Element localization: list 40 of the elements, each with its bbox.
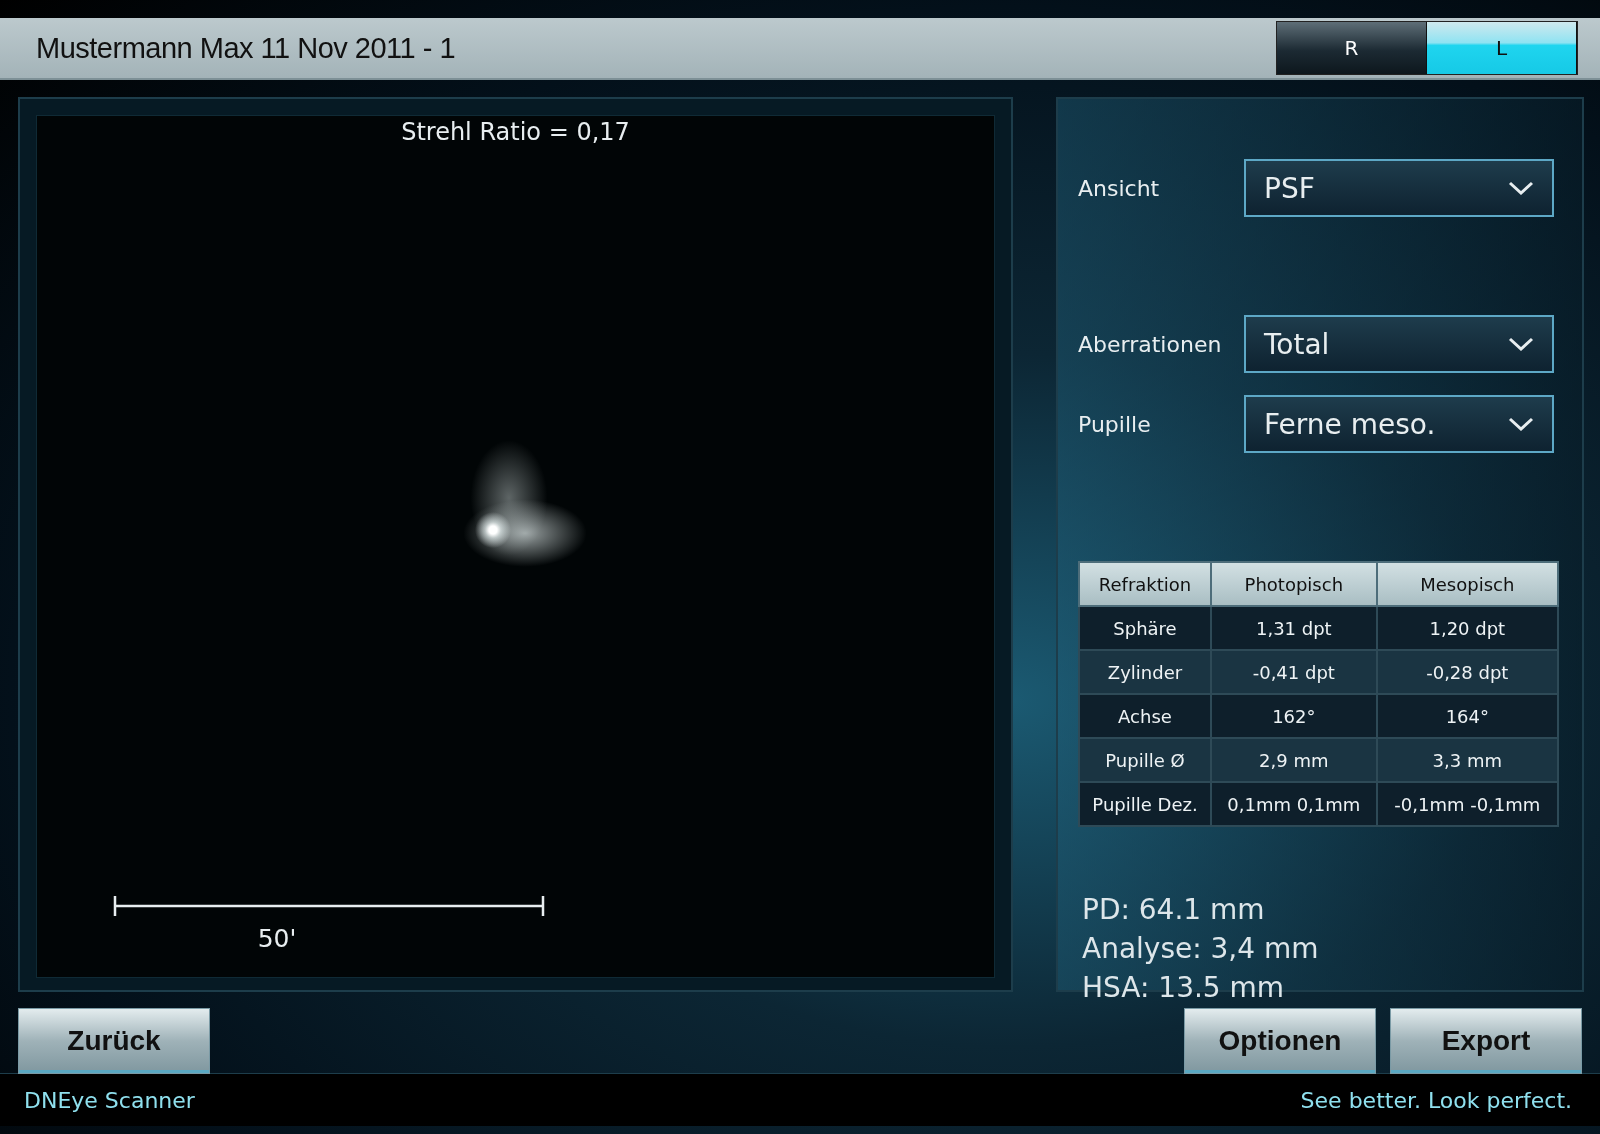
setting-label: Pupille — [1078, 411, 1152, 437]
strehl-ratio-label: Strehl Ratio = 0,17 — [401, 118, 630, 146]
row-header: Sphäre — [1079, 606, 1211, 650]
table-cell: -0,28 dpt — [1376, 650, 1558, 694]
dropdown[interactable]: Total — [1244, 315, 1554, 373]
chevron-down-icon — [1508, 337, 1534, 351]
options-button[interactable]: Optionen — [1184, 1008, 1376, 1074]
table-cell: -0,41 dpt — [1211, 650, 1377, 694]
measurement-text: Analyse: 3,4 mm — [1082, 932, 1320, 965]
table-cell: 0,1mm 0,1mm — [1211, 782, 1377, 826]
dropdown[interactable]: PSF — [1244, 159, 1554, 217]
column-header: Photopisch — [1211, 562, 1377, 606]
table-cell: 1,31 dpt — [1211, 606, 1377, 650]
table-cell: 1,20 dpt — [1376, 606, 1558, 650]
row-header: Achse — [1079, 694, 1211, 738]
chevron-down-icon — [1508, 181, 1534, 195]
table-cell: -0,1mm -0,1mm — [1376, 782, 1558, 826]
measurement-text: HSA: 13.5 mm — [1082, 971, 1286, 1004]
column-header: Refraktion — [1079, 562, 1211, 606]
setting-label: Ansicht — [1078, 175, 1161, 201]
setting-label: Aberrationen — [1078, 331, 1223, 357]
table-cell: 162° — [1211, 694, 1377, 738]
table-cell: 2,9 mm — [1211, 738, 1377, 782]
back-button[interactable]: Zurück — [18, 1008, 210, 1074]
scale-label: 50' — [257, 924, 297, 953]
table-cell: 164° — [1376, 694, 1558, 738]
table-cell: 3,3 mm — [1376, 738, 1558, 782]
measurement-text: PD: 64.1 mm — [1082, 893, 1266, 926]
row-header: Pupille Ø — [1079, 738, 1211, 782]
product-name: DNEye Scanner — [24, 1087, 195, 1113]
eye-toggle-button[interactable]: R — [1277, 22, 1427, 74]
window-title: Mustermann Max 11 Nov 2011 - 1 — [36, 31, 457, 65]
row-header: Zylinder — [1079, 650, 1211, 694]
dropdown[interactable]: Ferne meso. — [1244, 395, 1554, 453]
column-header: Mesopisch — [1376, 562, 1558, 606]
row-header: Pupille Dez. — [1079, 782, 1211, 826]
chevron-down-icon — [1508, 417, 1534, 431]
export-button[interactable]: Export — [1390, 1008, 1582, 1074]
slogan: See better. Look perfect. — [1300, 1087, 1572, 1113]
eye-toggle-button[interactable]: L — [1427, 22, 1577, 74]
